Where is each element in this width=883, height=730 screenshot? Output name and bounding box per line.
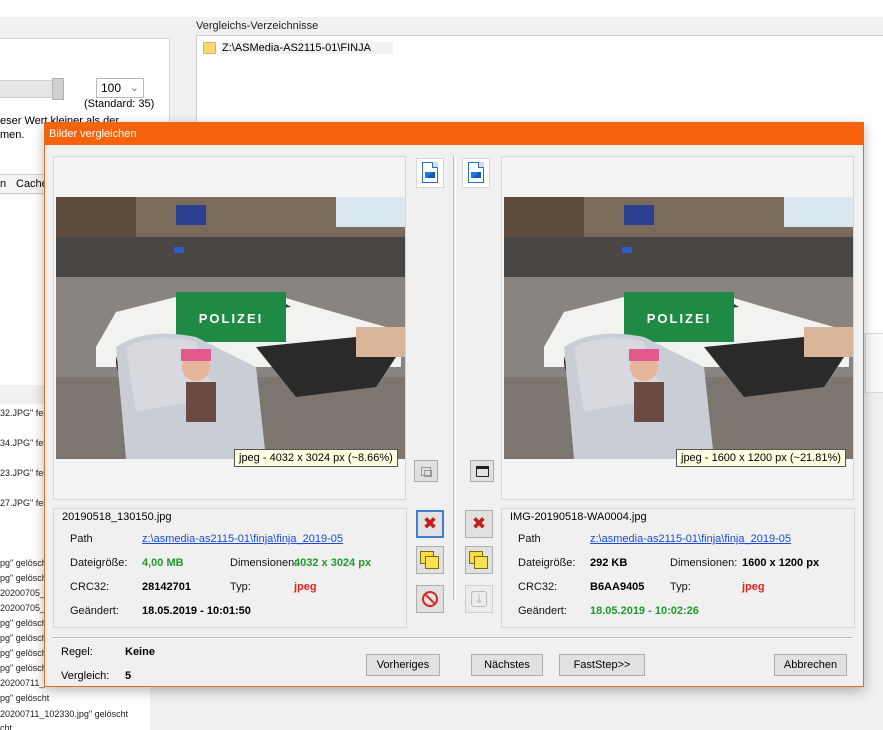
photo-illustration: POLIZEI (56, 197, 405, 459)
compare-label: Vergleich: (61, 670, 110, 682)
left-filename: 20190518_130150.jpg (62, 511, 172, 523)
right-photo[interactable]: POLIZEI (504, 197, 853, 459)
footer-separator (53, 637, 853, 639)
left-crc-value: 28142701 (142, 581, 191, 593)
log-line: pg" gelöscht (0, 648, 50, 658)
log-line: pg" gelöscht (0, 573, 50, 583)
compare-dialog: Bilder vergleichen POLIZEI POLIZEI jpeg … (44, 122, 864, 687)
log-line: pg" gelöscht (0, 558, 50, 568)
changed-label: Geändert: (70, 605, 119, 617)
right-dims-value: 1600 x 1200 px (742, 557, 820, 569)
no-entry-icon (422, 591, 438, 607)
threshold-combo[interactable]: 100 ⌄ (96, 78, 144, 98)
log-line: cht (0, 723, 13, 730)
restore-window-icon (421, 466, 432, 477)
log-line: pg" gelöscht (0, 663, 50, 673)
path-label: Path (518, 533, 541, 545)
open-right-image-button[interactable] (462, 158, 490, 188)
dims-label: Dimensionen: (230, 557, 298, 569)
ignore-button[interactable] (416, 585, 444, 613)
left-photo[interactable]: POLIZEI (56, 197, 405, 459)
right-size-value: 292 KB (590, 557, 628, 569)
center-divider (453, 156, 456, 600)
folder-item[interactable]: Z:\ASMedia-AS2115-01\FINJA (203, 40, 393, 56)
crc-label: CRC32: (518, 581, 558, 593)
right-filename: IMG-20190518-WA0004.jpg (510, 511, 647, 523)
tab-partial[interactable]: n (0, 178, 6, 190)
size-label: Dateigröße: (70, 557, 128, 569)
log-line: 20200711_102330.jpg" gelöscht (0, 709, 129, 719)
crc-label: CRC32: (70, 581, 110, 593)
folders-label: Vergleichs-Verzeichnisse (196, 20, 319, 32)
folder-icon (203, 42, 216, 54)
move-left-button[interactable] (416, 546, 444, 574)
sticky-notes-icon (420, 551, 440, 569)
dims-label: Dimensionen: (670, 557, 738, 569)
log-line: 27.JPG" feh (0, 498, 49, 508)
log-line: 23.JPG" feh (0, 468, 49, 478)
photo-police-text: POLIZEI (647, 311, 712, 326)
image-file-icon (468, 162, 484, 183)
left-dims-value: 4032 x 3024 px (294, 557, 372, 569)
log-line: 20200711_ (0, 678, 45, 688)
left-info-panel: 20190518_130150.jpg Path z:\asmedia-as21… (53, 508, 407, 628)
compare-value: 5 (125, 670, 132, 682)
log-line: 32.JPG" feh (0, 408, 49, 418)
right-resolution-label: jpeg - 1600 x 1200 px (~21.81%) (676, 449, 846, 467)
type-label: Typ: (670, 581, 691, 593)
sticky-notes-icon (469, 551, 489, 569)
delete-x-icon: ✖ (422, 513, 438, 534)
log-line: 20200705_ (0, 603, 46, 613)
left-type-value: jpeg (294, 581, 317, 593)
log-line: pg" gelöscht (0, 633, 50, 643)
log-line: 34.JPG" feh (0, 438, 49, 448)
open-left-image-button[interactable] (416, 158, 444, 188)
rule-value: Keine (125, 646, 155, 658)
maximize-button[interactable] (470, 460, 494, 482)
rule-label: Regel: (61, 646, 93, 658)
slider-thumb[interactable] (52, 78, 64, 100)
type-label: Typ: (230, 581, 251, 593)
background-top-strip (0, 0, 883, 17)
path-label: Path (70, 533, 93, 545)
right-info-panel: IMG-20190518-WA0004.jpg Path z:\asmedia-… (501, 508, 855, 628)
dialog-title: Bilder vergleichen (45, 123, 863, 145)
delete-left-button[interactable]: ✖ (416, 510, 444, 538)
right-crc-value: B6AA9405 (590, 581, 645, 593)
folder-path: Z:\ASMedia-AS2115-01\FINJA (220, 42, 393, 54)
right-type-value: jpeg (742, 581, 765, 593)
faststep-button[interactable]: FastStep>> (559, 654, 645, 676)
standard-hint: (Standard: 35) (84, 98, 155, 110)
image-file-icon (422, 162, 438, 183)
chevron-down-icon: ⌄ (129, 82, 139, 94)
left-size-value: 4,00 MB (142, 557, 184, 569)
previous-button[interactable]: Vorheriges (366, 654, 440, 676)
disabled-download-button: ↓ (465, 585, 493, 613)
left-changed-value: 18.05.2019 - 10:01:50 (142, 605, 251, 617)
maximize-window-icon (475, 465, 489, 477)
photo-police-text: POLIZEI (199, 311, 264, 326)
size-label: Dateigröße: (518, 557, 576, 569)
arrow-down-icon: ↓ (471, 591, 487, 607)
threshold-combo-value: 100 (101, 81, 122, 95)
right-path-link[interactable]: z:\asmedia-as2115-01\finja\finja_2019-05 (590, 533, 791, 545)
photo-illustration: POLIZEI (504, 197, 853, 459)
delete-x-icon: ✖ (471, 513, 487, 534)
log-line: pg" gelöscht (0, 618, 50, 628)
restore-size-button[interactable] (414, 460, 438, 482)
delete-right-button[interactable]: ✖ (465, 510, 493, 538)
changed-label: Geändert: (518, 605, 567, 617)
move-right-button[interactable] (465, 546, 493, 574)
right-changed-value: 18.05.2019 - 10:02:26 (590, 605, 699, 617)
background-right-strip (865, 333, 883, 393)
log-line: 20200705_ (0, 588, 46, 598)
next-button[interactable]: Nächstes (471, 654, 543, 676)
cancel-button[interactable]: Abbrechen (774, 654, 847, 676)
left-resolution-label: jpeg - 4032 x 3024 px (~8.66%) (234, 449, 398, 467)
left-path-link[interactable]: z:\asmedia-as2115-01\finja\finja_2019-05 (142, 533, 343, 545)
log-line: pg" gelöscht (0, 693, 50, 703)
